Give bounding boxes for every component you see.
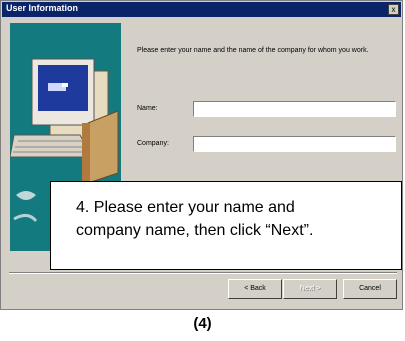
close-button[interactable]: x <box>388 4 399 15</box>
instruction-text: Please enter your name and the name of t… <box>137 47 369 54</box>
name-input[interactable] <box>193 101 396 117</box>
next-button[interactable]: Next > <box>283 279 337 299</box>
figure-caption: (4) <box>193 315 212 332</box>
close-icon: x <box>391 5 396 14</box>
separator-highlight <box>9 273 397 274</box>
company-label: Company: <box>137 140 169 147</box>
window-title: User Information <box>6 3 79 13</box>
callout-text: 4. Please enter your name and company na… <box>76 196 396 242</box>
cancel-button[interactable]: Cancel <box>343 279 397 299</box>
instruction-callout: 4. Please enter your name and company na… <box>50 181 402 270</box>
name-label: Name: <box>137 105 158 112</box>
title-bar: User Information x <box>2 2 401 17</box>
callout-line-1: 4. Please enter your name and <box>76 199 295 216</box>
company-input[interactable] <box>193 136 396 152</box>
back-button[interactable]: < Back <box>228 279 282 299</box>
callout-line-2: company name, then click “Next”. <box>76 222 314 239</box>
